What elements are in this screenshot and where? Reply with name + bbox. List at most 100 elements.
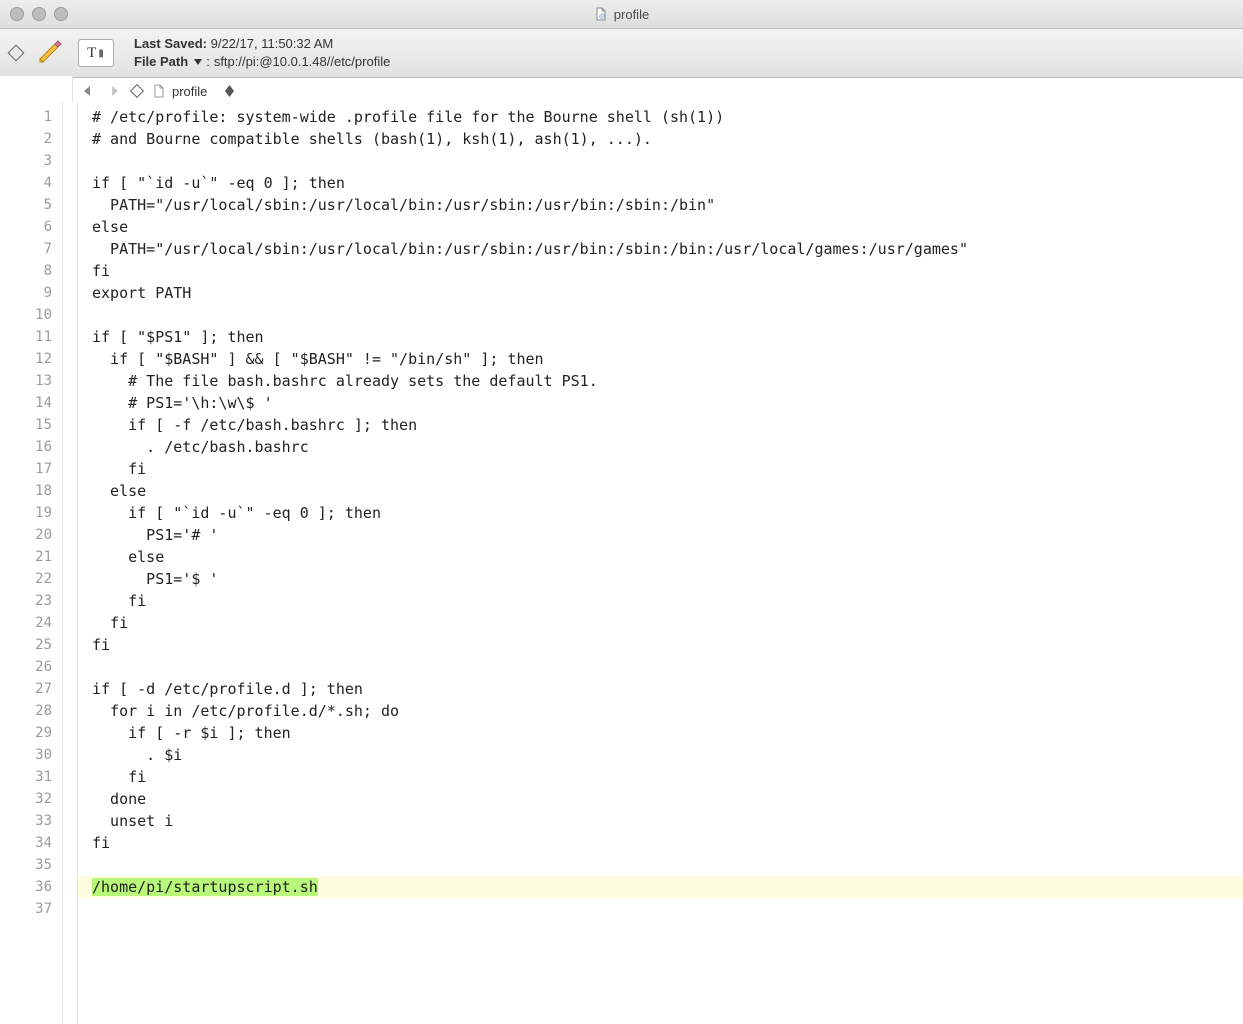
navigate-diamond-icon[interactable] bbox=[8, 45, 25, 62]
cursor-bar-icon: ▮ bbox=[98, 48, 105, 59]
window-title: @ profile bbox=[0, 7, 1243, 22]
code-line[interactable]: /home/pi/startupscript.sh bbox=[78, 876, 1243, 898]
code-line[interactable]: if [ "`id -u`" -eq 0 ]; then bbox=[92, 172, 1243, 194]
nav-diamond-icon[interactable] bbox=[130, 84, 144, 98]
code-line[interactable]: fi bbox=[92, 612, 1243, 634]
edit-pencil-button[interactable] bbox=[36, 38, 64, 69]
line-number: 33 bbox=[0, 810, 62, 832]
window-title-text: profile bbox=[614, 7, 649, 22]
code-line[interactable]: if [ -f /etc/bash.bashrc ]; then bbox=[92, 414, 1243, 436]
line-number: 34 bbox=[0, 832, 62, 854]
line-number: 29 bbox=[0, 722, 62, 744]
code-line[interactable]: . /etc/bash.bashrc bbox=[92, 436, 1243, 458]
nav-stepper[interactable] bbox=[225, 85, 234, 97]
code-line[interactable]: for i in /etc/profile.d/*.sh; do bbox=[92, 700, 1243, 722]
line-number: 24 bbox=[0, 612, 62, 634]
code-line[interactable]: PS1='$ ' bbox=[92, 568, 1243, 590]
file-path-colon: : bbox=[206, 53, 210, 71]
line-number: 15 bbox=[0, 414, 62, 436]
code-line[interactable]: if [ -d /etc/profile.d ]; then bbox=[92, 678, 1243, 700]
line-number: 18 bbox=[0, 480, 62, 502]
document-icon: @ bbox=[594, 7, 608, 21]
line-number: 8 bbox=[0, 260, 62, 282]
code-line[interactable]: fi bbox=[92, 458, 1243, 480]
code-area[interactable]: # /etc/profile: system-wide .profile fil… bbox=[78, 102, 1243, 1024]
minimize-window-button[interactable] bbox=[32, 7, 46, 21]
gutter-top-spacer bbox=[0, 76, 73, 102]
code-line[interactable]: # The file bash.bashrc already sets the … bbox=[92, 370, 1243, 392]
line-number: 13 bbox=[0, 370, 62, 392]
code-line[interactable]: if [ "`id -u`" -eq 0 ]; then bbox=[92, 502, 1243, 524]
line-number: 11 bbox=[0, 326, 62, 348]
highlighted-text[interactable]: /home/pi/startupscript.sh bbox=[92, 878, 318, 896]
chevron-down-icon bbox=[225, 91, 234, 97]
code-line[interactable]: fi bbox=[92, 590, 1243, 612]
line-number: 19 bbox=[0, 502, 62, 524]
line-number: 37 bbox=[0, 898, 62, 920]
line-number: 17 bbox=[0, 458, 62, 480]
editor: 1234567891011121314151617181920212223242… bbox=[0, 102, 1243, 1024]
code-line[interactable]: PATH="/usr/local/sbin:/usr/local/bin:/us… bbox=[92, 194, 1243, 216]
line-number-gutter: 1234567891011121314151617181920212223242… bbox=[0, 102, 63, 1024]
code-line[interactable]: . $i bbox=[92, 744, 1243, 766]
line-number: 1 bbox=[0, 106, 62, 128]
line-number: 21 bbox=[0, 546, 62, 568]
code-line[interactable]: # PS1='\h:\w\$ ' bbox=[92, 392, 1243, 414]
code-line[interactable]: else bbox=[92, 480, 1243, 502]
line-number: 27 bbox=[0, 678, 62, 700]
code-line[interactable]: # and Bourne compatible shells (bash(1),… bbox=[92, 128, 1243, 150]
breadcrumb-filename: profile bbox=[172, 84, 207, 99]
close-window-button[interactable] bbox=[10, 7, 24, 21]
line-number: 28 bbox=[0, 700, 62, 722]
line-number: 7 bbox=[0, 238, 62, 260]
line-number: 5 bbox=[0, 194, 62, 216]
nav-row: profile bbox=[0, 78, 1243, 105]
toolbar: T▮ Last Saved: 9/22/17, 11:50:32 AM File… bbox=[0, 29, 1243, 78]
code-line[interactable]: # /etc/profile: system-wide .profile fil… bbox=[92, 106, 1243, 128]
file-path-value: sftp://pi:@10.0.1.48//etc/profile bbox=[214, 53, 391, 71]
code-line[interactable]: if [ "$BASH" ] && [ "$BASH" != "/bin/sh"… bbox=[92, 348, 1243, 370]
line-number: 20 bbox=[0, 524, 62, 546]
line-number: 23 bbox=[0, 590, 62, 612]
code-line[interactable]: unset i bbox=[92, 810, 1243, 832]
code-line[interactable]: if [ -r $i ]; then bbox=[92, 722, 1243, 744]
breadcrumb[interactable]: profile bbox=[152, 84, 207, 99]
window-titlebar: @ profile bbox=[0, 0, 1243, 29]
code-line[interactable]: if [ "$PS1" ]; then bbox=[92, 326, 1243, 348]
last-saved-label: Last Saved: bbox=[134, 36, 207, 51]
code-line[interactable]: fi bbox=[92, 766, 1243, 788]
code-line[interactable] bbox=[92, 898, 1243, 920]
line-number: 35 bbox=[0, 854, 62, 876]
line-number: 6 bbox=[0, 216, 62, 238]
code-line[interactable]: PS1='# ' bbox=[92, 524, 1243, 546]
code-line[interactable]: done bbox=[92, 788, 1243, 810]
code-line[interactable]: export PATH bbox=[92, 282, 1243, 304]
line-number: 31 bbox=[0, 766, 62, 788]
code-line[interactable]: fi bbox=[92, 260, 1243, 282]
code-line[interactable] bbox=[92, 656, 1243, 678]
code-line[interactable] bbox=[92, 304, 1243, 326]
line-number: 36 bbox=[0, 876, 62, 898]
svg-text:@: @ bbox=[599, 14, 605, 20]
code-line[interactable] bbox=[92, 150, 1243, 172]
fold-bar bbox=[63, 102, 78, 1024]
file-icon bbox=[152, 84, 166, 98]
last-saved-value: 9/22/17, 11:50:32 AM bbox=[211, 36, 334, 51]
line-number: 30 bbox=[0, 744, 62, 766]
code-line[interactable]: fi bbox=[92, 832, 1243, 854]
text-insert-button[interactable]: T▮ bbox=[78, 39, 114, 67]
code-line[interactable]: else bbox=[92, 546, 1243, 568]
nav-back-button[interactable] bbox=[80, 83, 96, 99]
code-line[interactable]: else bbox=[92, 216, 1243, 238]
file-metadata: Last Saved: 9/22/17, 11:50:32 AM File Pa… bbox=[134, 35, 390, 71]
code-line[interactable] bbox=[92, 854, 1243, 876]
nav-forward-button[interactable] bbox=[106, 83, 122, 99]
zoom-window-button[interactable] bbox=[54, 7, 68, 21]
file-path-dropdown[interactable] bbox=[192, 59, 202, 65]
line-number: 10 bbox=[0, 304, 62, 326]
code-line[interactable]: fi bbox=[92, 634, 1243, 656]
code-line[interactable]: PATH="/usr/local/sbin:/usr/local/bin:/us… bbox=[92, 238, 1243, 260]
file-path-label: File Path bbox=[134, 53, 188, 71]
line-number: 25 bbox=[0, 634, 62, 656]
line-number: 22 bbox=[0, 568, 62, 590]
